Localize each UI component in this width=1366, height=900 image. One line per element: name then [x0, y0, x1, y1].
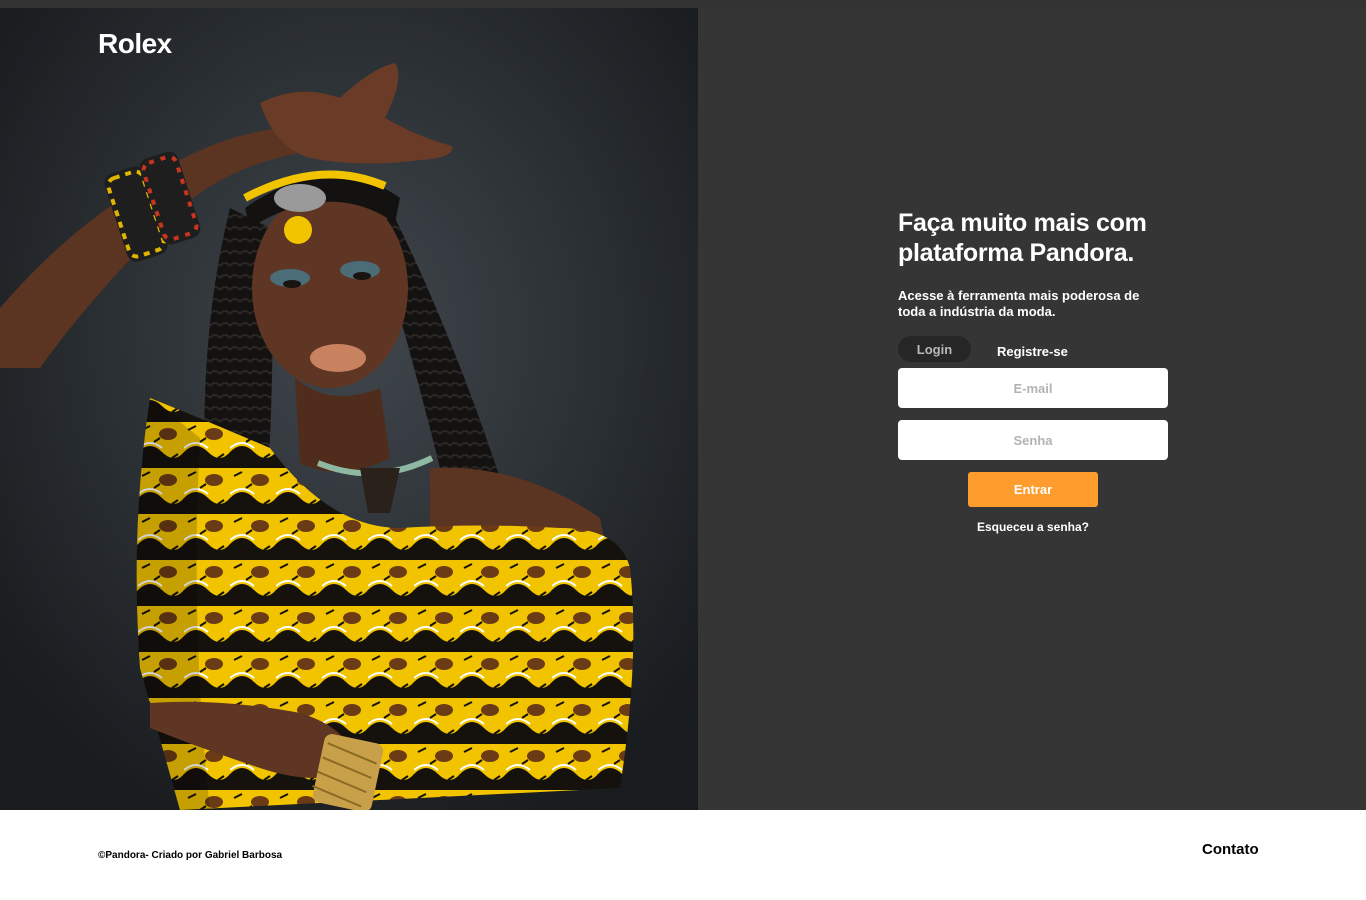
auth-tabs: Login Registre-se — [898, 336, 1168, 362]
brand-logo[interactable]: Rolex — [98, 28, 172, 60]
login-panel: Faça muito mais com plataforma Pandora. … — [698, 8, 1366, 810]
tab-login[interactable]: Login — [898, 336, 971, 362]
hero-section: Rolex Faça muito mais com plataforma Pan… — [0, 8, 1366, 810]
subheadline: Acesse à ferramenta mais poderosa de tod… — [898, 288, 1140, 319]
model-illustration — [0, 8, 698, 810]
top-strip — [0, 0, 1366, 8]
login-button[interactable]: Entrar — [968, 472, 1098, 507]
footer: ©Pandora- Criado por Gabriel Barbosa Con… — [0, 810, 1366, 900]
login-content: Faça muito mais com plataforma Pandora. … — [898, 208, 1168, 534]
copyright-text: ©Pandora- Criado por Gabriel Barbosa — [98, 850, 283, 861]
tab-register[interactable]: Registre-se — [997, 344, 1068, 359]
email-field[interactable] — [898, 368, 1168, 408]
forgot-password-link[interactable]: Esqueceu a senha? — [898, 520, 1168, 534]
contact-link[interactable]: Contato — [1202, 841, 1259, 858]
headline: Faça muito mais com plataforma Pandora. — [898, 209, 1147, 267]
fashion-model-photo: Rolex — [0, 8, 698, 810]
password-field[interactable] — [898, 420, 1168, 460]
